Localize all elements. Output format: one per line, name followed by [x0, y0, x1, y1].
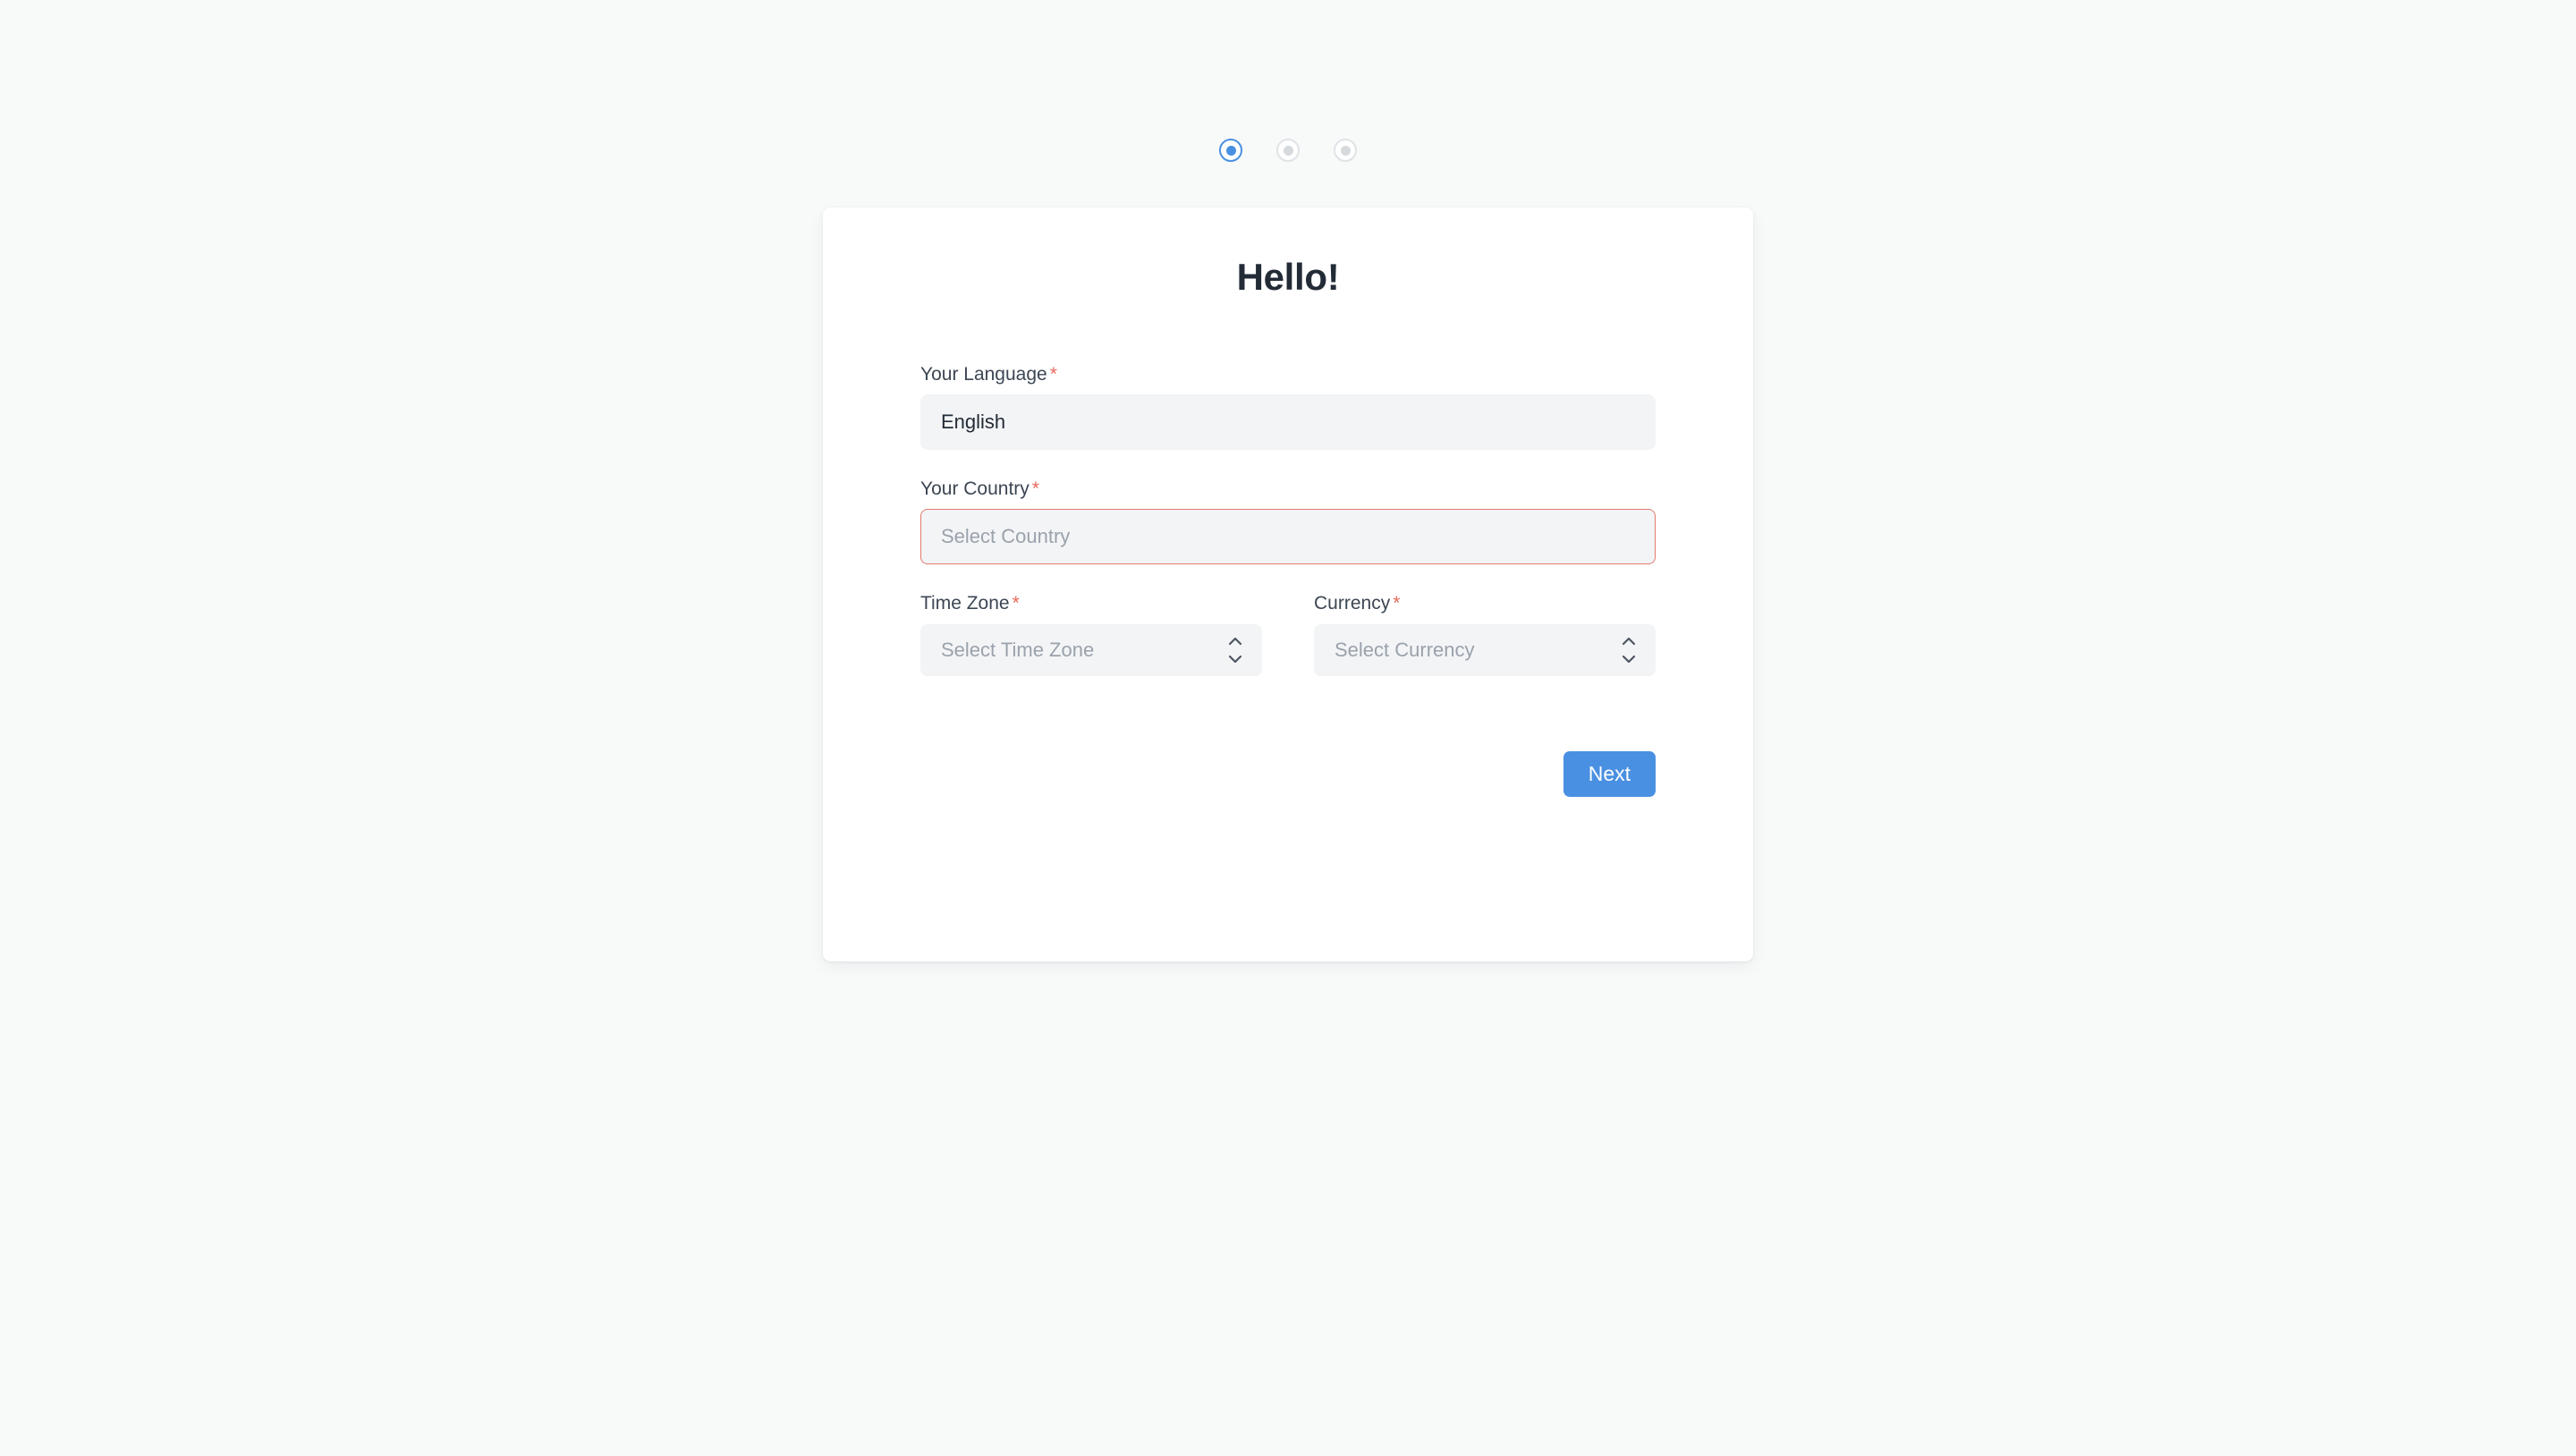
wizard-step-dot-3-core [1340, 145, 1351, 156]
currency-select[interactable]: Select Currency [1314, 623, 1656, 676]
card-footer: Next [920, 676, 1656, 797]
field-time-zone-label: Time Zone * [920, 592, 1262, 614]
field-language-required-marker: * [1049, 364, 1057, 385]
wizard-step-indicator [0, 139, 2576, 162]
wizard-step-dot-3[interactable] [1334, 139, 1357, 162]
wizard-step-dot-1[interactable] [1219, 139, 1242, 162]
country-select[interactable]: Select Country [920, 509, 1656, 565]
field-time-zone-label-text: Time Zone [920, 593, 1010, 614]
field-country-label: Your Country * [920, 478, 1656, 500]
language-input[interactable]: English [920, 394, 1656, 451]
time-zone-select-placeholder: Select Time Zone [941, 638, 1095, 661]
setup-wizard-page: Hello! Your Language * English Your Count… [0, 0, 2576, 1456]
field-row-timezone-currency: Time Zone * Select Time Zone Currency * … [920, 592, 1656, 676]
field-country-label-text: Your Country [920, 478, 1030, 500]
wizard-step-dot-1-core [1225, 145, 1236, 156]
field-language-label-text: Your Language [920, 364, 1047, 385]
field-country: Your Country * Select Country [920, 478, 1656, 565]
currency-select-placeholder: Select Currency [1335, 638, 1475, 661]
chevron-up-down-icon [1227, 637, 1243, 664]
chevron-up-down-icon [1621, 637, 1637, 664]
field-language: Your Language * English [920, 363, 1656, 451]
field-currency: Currency * Select Currency [1314, 592, 1656, 676]
field-language-label: Your Language * [920, 363, 1656, 385]
wizard-step-dot-2[interactable] [1276, 139, 1300, 162]
time-zone-select[interactable]: Select Time Zone [920, 623, 1262, 676]
field-currency-label-text: Currency [1314, 593, 1391, 614]
field-time-zone-required-marker: * [1012, 593, 1020, 614]
field-time-zone: Time Zone * Select Time Zone [920, 592, 1262, 676]
field-country-required-marker: * [1031, 478, 1039, 500]
field-currency-label: Currency * [1314, 592, 1656, 614]
page-title: Hello! [1236, 256, 1340, 298]
next-button[interactable]: Next [1563, 750, 1656, 797]
setup-card: Hello! Your Language * English Your Count… [823, 207, 1753, 961]
setup-form: Your Language * English Your Country * Sel… [920, 299, 1656, 676]
wizard-step-dot-2-core [1283, 145, 1293, 156]
field-currency-required-marker: * [1393, 593, 1401, 614]
